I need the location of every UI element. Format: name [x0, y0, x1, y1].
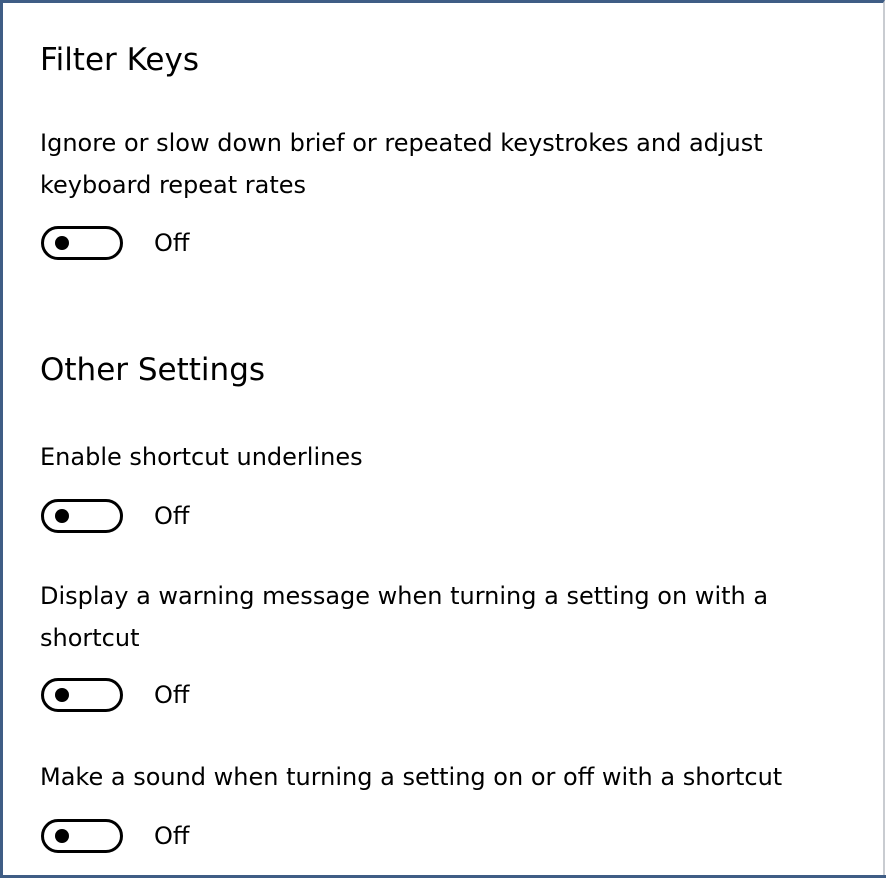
warning-message-toggle-row: Off — [41, 677, 189, 713]
make-sound-toggle[interactable] — [41, 819, 123, 853]
warning-message-label: Display a warning message when turning a… — [40, 582, 769, 652]
make-sound-toggle-row: Off — [41, 818, 189, 854]
warning-message-toggle[interactable] — [41, 678, 123, 712]
shortcut-underlines-toggle-row: Off — [41, 498, 189, 534]
toggle-knob — [55, 236, 69, 250]
shortcut-underlines-toggle-state: Off — [154, 502, 190, 530]
filter-keys-toggle-state: Off — [154, 229, 190, 257]
warning-message-toggle-state: Off — [154, 681, 190, 709]
shortcut-underlines-toggle[interactable] — [41, 499, 123, 533]
filter-keys-toggle-row: Off — [41, 225, 189, 261]
filter-keys-toggle[interactable] — [41, 226, 123, 260]
other-settings-heading: Other Settings — [40, 352, 266, 388]
filter-keys-heading: Filter Keys — [40, 42, 199, 78]
toggle-knob — [55, 829, 69, 843]
filter-keys-description: Ignore or slow down brief or repeated ke… — [40, 129, 763, 199]
make-sound-label: Make a sound when turning a setting on o… — [40, 763, 783, 791]
toggle-knob — [55, 509, 69, 523]
toggle-knob — [55, 688, 69, 702]
make-sound-toggle-state: Off — [154, 822, 190, 850]
shortcut-underlines-label: Enable shortcut underlines — [40, 443, 363, 471]
